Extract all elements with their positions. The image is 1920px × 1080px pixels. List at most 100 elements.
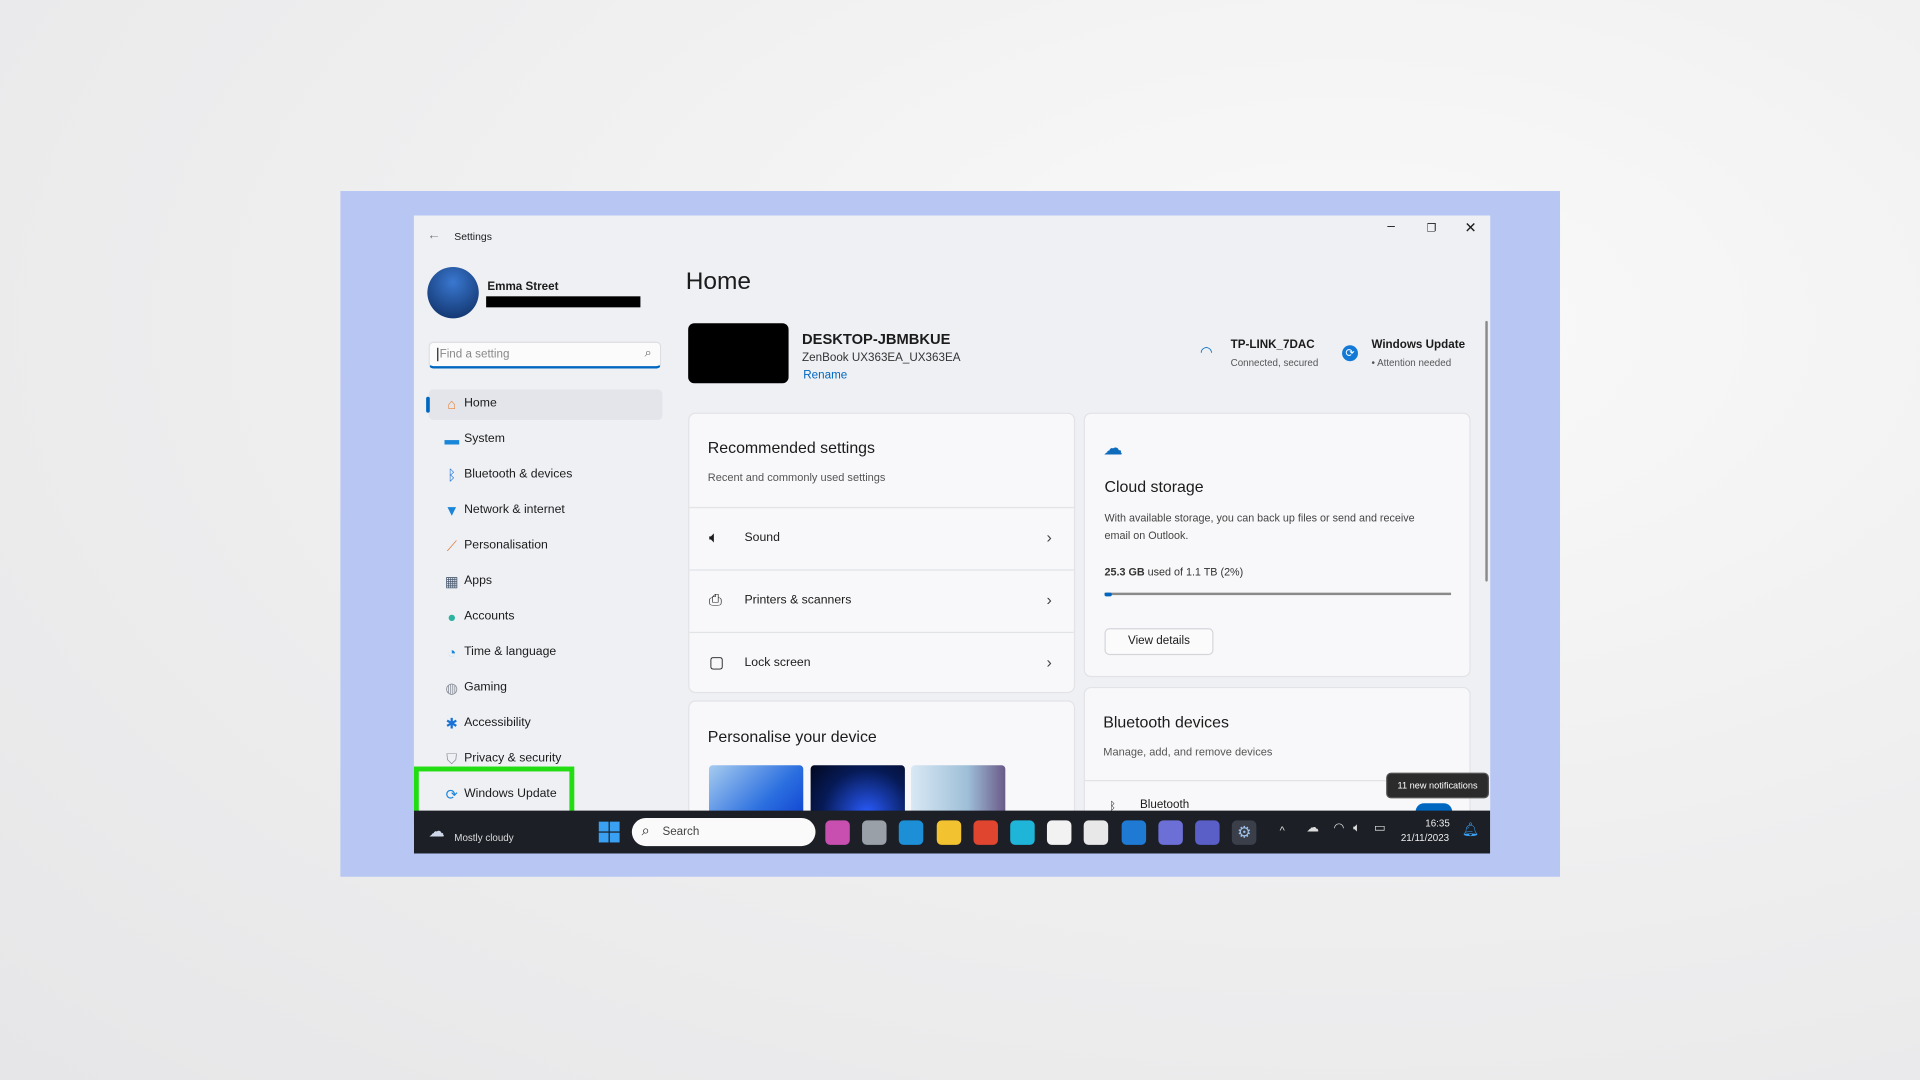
sidebar-item-label: System <box>464 432 505 446</box>
taskbar: ☁ Mostly cloudy ⌕ Search ⚙ ^ ☁ ◠ 🔈︎ ▭ 16… <box>413 810 1491 854</box>
outlook-icon[interactable] <box>1121 820 1146 845</box>
bluetooth-title: Bluetooth devices <box>1103 712 1229 732</box>
system-icon: ▬ <box>444 431 460 449</box>
window-title: Settings <box>454 230 492 243</box>
recommended-card: Recommended settings Recent and commonly… <box>688 412 1076 694</box>
taskbar-search[interactable]: ⌕ Search <box>631 817 816 847</box>
lock-screen-icon: ▢ <box>708 652 725 672</box>
teams-icon[interactable] <box>1158 820 1183 845</box>
slack-icon[interactable] <box>1084 820 1109 845</box>
accessibility-icon: ✱ <box>445 715 459 733</box>
sidebar-item-bluetooth-devices[interactable]: ᛒ Bluetooth & devices <box>429 460 663 491</box>
restore-button[interactable]: ❐ <box>1427 222 1437 235</box>
notification-bell-icon[interactable]: 🔔︎ <box>1462 822 1479 838</box>
chevron-right-icon: › <box>1046 590 1052 609</box>
recommended-title: Recommended settings <box>707 438 876 457</box>
search-icon: ⌕ <box>644 346 652 361</box>
sidebar-item-label: Accounts <box>464 609 515 624</box>
bluetooth-icon: ᛒ <box>447 466 457 484</box>
copilot-icon[interactable] <box>825 820 850 845</box>
recommended-subtitle: Recent and commonly used settings <box>707 471 886 484</box>
sidebar-item-system[interactable]: ▬ System <box>429 425 663 456</box>
sidebar-item-home[interactable]: ⌂ Home <box>426 389 663 421</box>
sidebar-item-personalisation[interactable]: ⟋ Personalisation <box>429 531 663 562</box>
recommended-item-lock-screen[interactable]: ▢ Lock screen › <box>689 631 1074 692</box>
sidebar-item-label: Time & language <box>464 645 557 659</box>
redacted-email <box>486 296 641 308</box>
search-input[interactable]: Find a setting ⌕ <box>428 341 662 369</box>
scrollbar[interactable] <box>1485 320 1488 582</box>
sidebar-item-label: Accessibility <box>464 716 531 730</box>
user-name: Emma Street <box>487 280 559 294</box>
cloud-desc: With available storage, you can back up … <box>1104 511 1415 525</box>
task-view-icon[interactable] <box>862 820 887 845</box>
brush-icon: ⟋ <box>446 537 457 555</box>
cloud-storage-card: ☁ Cloud storage With available storage, … <box>1083 412 1471 678</box>
clock-time[interactable]: 16:35 <box>1413 818 1450 829</box>
home-icon: ⌂ <box>447 395 457 413</box>
storage-progress <box>1104 592 1452 596</box>
sidebar-item-accessibility[interactable]: ✱ Accessibility <box>429 709 663 740</box>
storage-used: 25.3 GB <box>1104 565 1145 578</box>
file-explorer-icon[interactable] <box>936 820 961 845</box>
sidebar-item-time-language[interactable]: ◔ Time & language <box>429 638 663 669</box>
device-image <box>688 323 789 384</box>
sidebar-item-label: Privacy & security <box>464 751 562 766</box>
settings-window: ← Settings – ❐ ✕ Emma Street Find a sett… <box>413 215 1491 854</box>
show-hidden-icons[interactable]: ^ <box>1280 824 1285 836</box>
sidebar-item-label: Gaming <box>464 680 507 695</box>
sidebar-item-gaming[interactable]: ◍ Gaming <box>429 673 663 704</box>
volume-icon[interactable]: 🔈︎ <box>1353 822 1360 835</box>
gamepad-icon: ◍ <box>445 679 459 697</box>
back-button[interactable]: ← <box>427 228 440 243</box>
search-icon: ⌕ <box>641 821 650 839</box>
minimize-button[interactable]: – <box>1387 219 1395 234</box>
rename-link[interactable]: Rename <box>803 369 847 382</box>
battery-icon[interactable]: ▭ <box>1374 822 1386 835</box>
shield-icon: ⛉ <box>446 750 458 768</box>
update-status: Attention needed <box>1377 357 1452 369</box>
network-status: Connected, secured <box>1230 357 1319 369</box>
wifi-icon: ◠ <box>1200 342 1213 361</box>
canva-icon[interactable] <box>1010 820 1035 845</box>
update-icon: ⟳ <box>1342 345 1358 362</box>
clock-globe-icon: ◔ <box>447 644 457 662</box>
sidebar-item-label: Home <box>464 396 497 411</box>
weather-widget[interactable]: Mostly cloudy <box>454 833 513 844</box>
close-button[interactable]: ✕ <box>1465 219 1477 236</box>
cloud-icon: ☁ <box>1103 438 1123 460</box>
sidebar-item-network-internet[interactable]: ▼ Network & internet <box>429 496 663 527</box>
personalise-title: Personalise your device <box>707 727 877 746</box>
printer-icon: ⎙ <box>708 590 722 609</box>
network-name[interactable]: TP-LINK_7DAC <box>1231 338 1315 351</box>
onedrive-icon[interactable]: ☁ <box>1307 822 1319 835</box>
sidebar-item-label: Network & internet <box>464 503 565 517</box>
sidebar-item-apps[interactable]: ▦ Apps <box>429 567 663 598</box>
speaker-icon: 🔈︎ <box>708 527 719 547</box>
start-button[interactable] <box>598 821 620 843</box>
view-details-button[interactable]: View details <box>1104 628 1214 656</box>
avatar[interactable] <box>427 266 479 319</box>
chevron-right-icon: › <box>1046 652 1052 672</box>
apps-icon: ▦ <box>444 573 459 591</box>
skype-icon[interactable] <box>1047 820 1072 845</box>
device-name: DESKTOP-JBMBKUE <box>802 330 951 348</box>
update-name[interactable]: Windows Update <box>1371 338 1465 351</box>
cloud-title: Cloud storage <box>1104 477 1204 496</box>
clock-date[interactable]: 21/11/2023 <box>1401 833 1449 844</box>
teams-work-icon[interactable] <box>1195 820 1220 845</box>
chevron-right-icon: › <box>1046 527 1052 547</box>
chrome-icon[interactable] <box>973 820 998 845</box>
recommended-item-printers-scanners[interactable]: ⎙ Printers & scanners › <box>689 569 1074 631</box>
sidebar-item-accounts[interactable]: ● Accounts <box>429 602 663 633</box>
weather-icon: ☁ <box>428 821 445 841</box>
edge-icon[interactable] <box>899 820 924 845</box>
sidebar-item-label: Bluetooth & devices <box>464 467 573 482</box>
recommended-item-sound[interactable]: 🔈︎ Sound › <box>689 506 1074 569</box>
wifi-icon[interactable]: ◠ <box>1333 822 1344 835</box>
settings-icon[interactable]: ⚙ <box>1232 820 1257 845</box>
notifications-tooltip: 11 new notifications <box>1386 772 1489 799</box>
sidebar-item-label: Personalisation <box>464 538 548 553</box>
sidebar-item-label: Apps <box>464 574 493 588</box>
wifi-icon: ▼ <box>444 502 460 520</box>
